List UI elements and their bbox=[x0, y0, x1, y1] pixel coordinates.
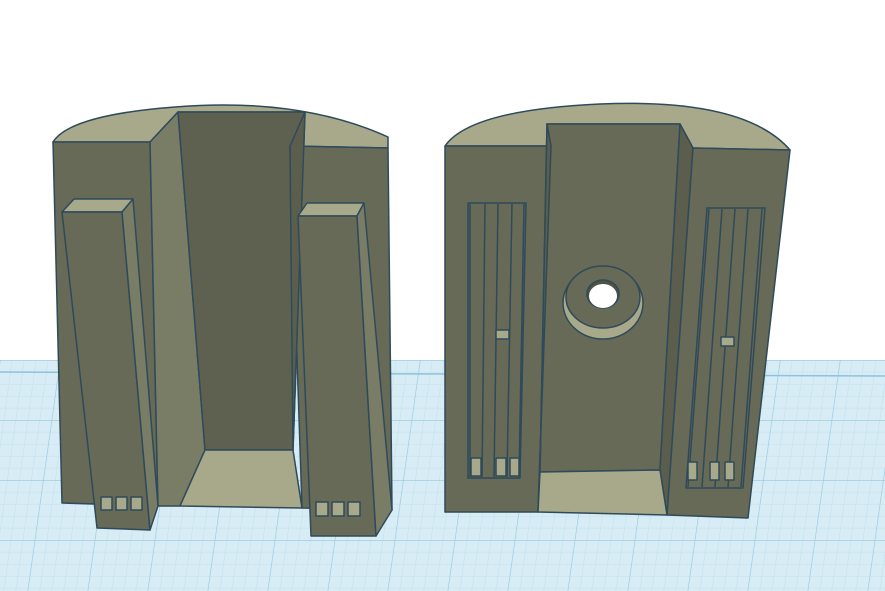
part-right-left-slots bbox=[467, 202, 527, 479]
part-left-pillar-b-top bbox=[297, 202, 365, 217]
part-right-floor bbox=[537, 469, 668, 516]
3d-viewport[interactable] bbox=[0, 0, 885, 591]
part-left-pillar-a-slots bbox=[100, 496, 143, 511]
part-left-pillar-a-top bbox=[61, 198, 134, 213]
part-left[interactable] bbox=[52, 104, 393, 537]
3d-scene[interactable] bbox=[0, 0, 885, 591]
part-right-boss bbox=[562, 265, 644, 340]
part-left-pillar-b-slots bbox=[315, 501, 361, 517]
part-right[interactable] bbox=[444, 102, 791, 519]
